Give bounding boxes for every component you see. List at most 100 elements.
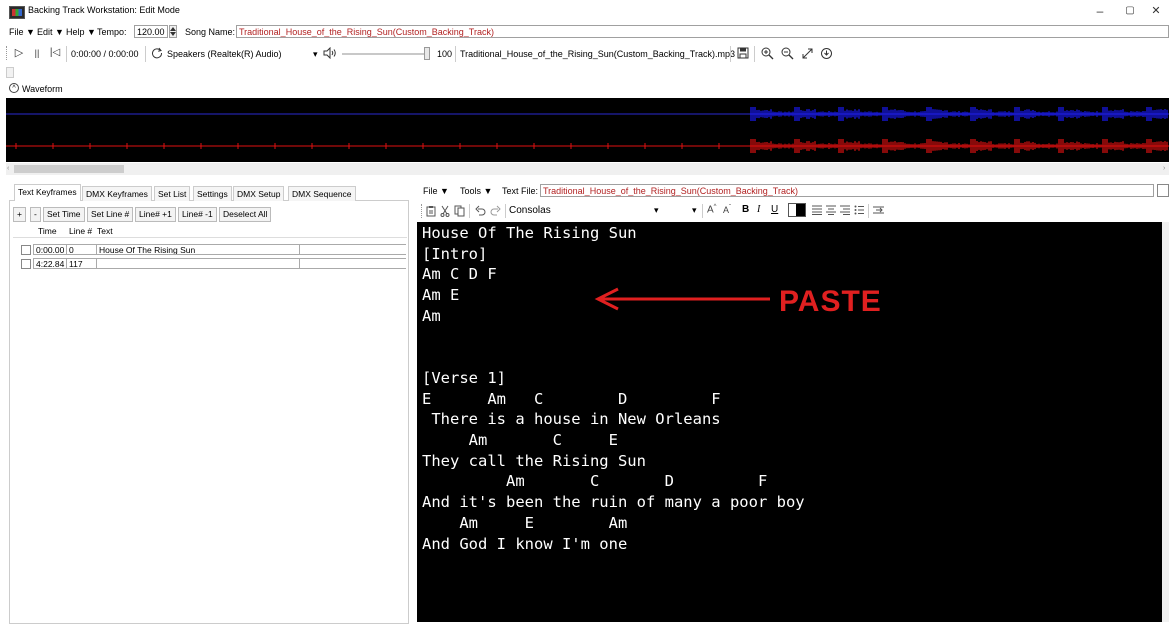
panel-toggle-icon[interactable] (1157, 184, 1169, 197)
editor-line: Am E (422, 286, 460, 305)
italic-icon[interactable]: I (757, 204, 760, 215)
editor-menu-file[interactable]: File ▼ (423, 186, 449, 196)
font-family-dropdown-icon[interactable]: ▾ (654, 205, 659, 216)
pause-icon[interactable]: || (31, 46, 43, 60)
remove-keyframe-button[interactable]: - (30, 207, 41, 222)
set-line-button[interactable]: Set Line # (87, 207, 134, 222)
separator (505, 204, 506, 218)
menu-edit[interactable]: Edit ▼ (37, 27, 64, 37)
song-name-input[interactable]: Traditional_House_of_the_Rising_Sun(Cust… (236, 25, 1169, 38)
separator (66, 46, 67, 62)
tempo-spinner[interactable] (169, 25, 177, 38)
editor-scrollbar[interactable] (1162, 222, 1169, 622)
row-filler (299, 258, 406, 269)
app-icon (9, 6, 25, 19)
scroll-right-icon[interactable]: › (1163, 165, 1165, 172)
volume-value: 100 (437, 49, 453, 59)
grow-font-icon[interactable]: A^ (707, 204, 717, 215)
tab-dmx-setup[interactable]: DMX Setup (233, 186, 285, 201)
waveform-display[interactable] (6, 98, 1169, 162)
align-center-icon[interactable] (826, 205, 837, 217)
tab-dmx-keyframes[interactable]: DMX Keyframes (82, 186, 152, 201)
position-marker[interactable] (6, 67, 14, 78)
tab-dmx-sequence[interactable]: DMX Sequence (288, 186, 356, 201)
waveform-canvas (6, 107, 1169, 153)
toolbar-grip (421, 204, 424, 218)
separator (730, 46, 731, 62)
zoom-out-icon[interactable] (781, 47, 794, 62)
col-line[interactable]: Line # (69, 226, 92, 236)
rewind-icon[interactable]: |◁ (48, 46, 62, 60)
tempo-input[interactable]: 120.00 (134, 25, 168, 38)
play-icon[interactable]: ▷ (13, 46, 25, 60)
zoom-in-icon[interactable] (761, 47, 774, 62)
line-plus-button[interactable]: Line# +1 (135, 207, 176, 222)
bullet-list-icon[interactable] (854, 205, 865, 217)
row-time[interactable]: 4:22.84 (33, 258, 67, 269)
time-display: 0:00:00 / 0:00:00 (71, 49, 139, 59)
editor-line: There is a house in New Orleans (422, 410, 721, 429)
collapse-waveform-icon[interactable]: ^ (9, 83, 19, 93)
text-color-icon[interactable] (788, 203, 806, 217)
audio-device[interactable]: Speakers (Realtek(R) Audio) (167, 49, 282, 59)
col-text[interactable]: Text (97, 226, 113, 236)
refresh-icon[interactable] (151, 47, 163, 61)
save-icon[interactable] (737, 47, 749, 61)
editor-menu-tools[interactable]: Tools ▼ (460, 186, 492, 196)
row-line[interactable]: 117 (66, 258, 97, 269)
copy-icon[interactable] (454, 205, 465, 219)
row-checkbox[interactable] (21, 245, 31, 255)
align-left-icon[interactable] (812, 205, 823, 217)
row-text[interactable]: House Of The Rising Sun (96, 244, 300, 255)
scroll-left-icon[interactable]: ‹ (7, 165, 9, 172)
volume-slider-thumb[interactable] (424, 47, 430, 60)
tab-settings[interactable]: Settings (193, 186, 232, 201)
tab-text-keyframes[interactable]: Text Keyframes (14, 184, 81, 201)
row-line[interactable]: 0 (66, 244, 97, 255)
separator (455, 46, 456, 62)
set-time-button[interactable]: Set Time (43, 207, 85, 222)
separator (868, 204, 869, 218)
row-text[interactable] (96, 258, 300, 269)
editor-line: Am E Am (422, 513, 628, 532)
toolbar-grip (6, 46, 9, 60)
separator (754, 46, 755, 62)
device-dropdown-icon[interactable]: ▾ (313, 49, 318, 60)
align-right-icon[interactable] (840, 205, 851, 217)
expand-icon[interactable] (801, 47, 814, 62)
deselect-all-button[interactable]: Deselect All (219, 207, 272, 222)
waveform-scroll-thumb[interactable] (14, 165, 124, 173)
editor-line: [Intro] (422, 244, 488, 263)
editor-line: Am C D F (422, 265, 497, 284)
menu-help[interactable]: Help ▼ (66, 27, 96, 37)
waveform-scrollbar[interactable] (6, 163, 1169, 175)
center-icon[interactable] (820, 47, 833, 62)
close-button[interactable]: ✕ (1136, 2, 1169, 20)
tab-set-list[interactable]: Set List (154, 186, 191, 201)
bold-icon[interactable]: B (742, 204, 749, 215)
menu-file[interactable]: File ▼ (9, 27, 35, 37)
separator (145, 46, 146, 62)
indent-icon[interactable] (873, 205, 885, 217)
editor-line: Am C D F (422, 472, 768, 491)
font-family-select[interactable]: Consolas (509, 205, 551, 216)
paste-icon[interactable] (426, 205, 437, 219)
redo-icon[interactable] (490, 205, 501, 219)
text-file-input[interactable]: Traditional_House_of_the_Rising_Sun(Cust… (540, 184, 1154, 197)
row-checkbox[interactable] (21, 259, 31, 269)
row-time[interactable]: 0:00.00 (33, 244, 67, 255)
volume-slider-track[interactable] (342, 53, 426, 55)
grid-header-divider (13, 237, 407, 238)
underline-icon[interactable]: U (771, 204, 778, 215)
undo-icon[interactable] (475, 205, 486, 219)
tempo-label: Tempo: (97, 27, 127, 37)
annotation-arrow (594, 286, 774, 314)
shrink-font-icon[interactable]: Aˇ (723, 205, 731, 215)
cut-icon[interactable] (440, 205, 450, 219)
line-minus-button[interactable]: Line# -1 (178, 207, 217, 222)
font-size-dropdown-icon[interactable]: ▾ (692, 205, 697, 216)
add-keyframe-button[interactable]: + (13, 207, 26, 222)
row-filler (299, 244, 406, 255)
col-time[interactable]: Time (38, 226, 57, 236)
editor-line: [Verse 1] (422, 368, 506, 387)
